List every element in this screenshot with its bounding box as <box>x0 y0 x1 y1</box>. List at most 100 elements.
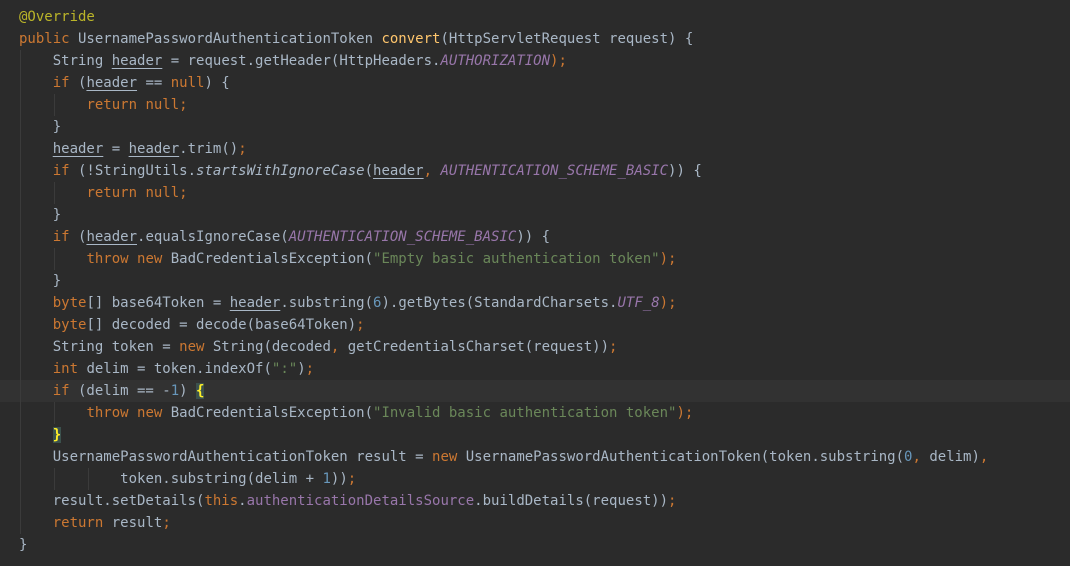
code-token-kw: ; <box>162 515 171 531</box>
code-token-kw: ; <box>356 317 365 333</box>
indent-guide <box>20 358 21 380</box>
code-token-kw: null <box>170 75 205 91</box>
code-token-plain: getCredentialsCharset(request)) <box>347 339 610 355</box>
code-token-const: AUTHENTICATION_SCHEME_BASIC <box>288 229 517 245</box>
code-token-plain: String(decoded <box>204 339 331 355</box>
code-token-kw: if <box>52 229 70 245</box>
code-token-const: AUTHENTICATION_SCHEME_BASIC <box>440 163 669 179</box>
code-token-plain: UsernamePasswordAuthenticationToken <box>69 31 382 47</box>
code-token-num: 1 <box>322 471 331 487</box>
code-token-str: "Empty basic authentication token" <box>373 251 660 267</box>
code-token-plain: } <box>52 207 62 223</box>
code-line[interactable]: } <box>0 270 1070 292</box>
code-token-plain: token.substring(delim + <box>120 471 323 487</box>
code-token-plain: = <box>103 141 129 157</box>
code-token-plain: ( <box>364 163 374 179</box>
code-token-kw: if <box>52 163 70 179</box>
indent-guide <box>53 402 55 424</box>
code-token-str: ":" <box>271 361 298 377</box>
code-token-plain: ).getBytes(StandardCharsets. <box>381 295 618 311</box>
code-token-plain: = request.getHeader(HttpHeaders. <box>162 53 441 69</box>
code-line[interactable]: throw new BadCredentialsException("Inval… <box>0 402 1070 424</box>
code-token-brace: { <box>196 383 205 399</box>
code-line[interactable]: return result; <box>0 512 1070 534</box>
code-line[interactable]: if (!StringUtils.startsWithIgnoreCase(he… <box>0 160 1070 182</box>
indent-guide <box>20 138 21 160</box>
code-line[interactable]: header = header.trim(); <box>0 138 1070 160</box>
code-line[interactable]: result.setDetails(this.authenticationDet… <box>0 490 1070 512</box>
indent-guide <box>20 446 21 468</box>
code-token-const: UTF_8 <box>617 295 660 311</box>
code-line[interactable]: String header = request.getHeader(HttpHe… <box>0 50 1070 72</box>
code-line[interactable]: } <box>0 116 1070 138</box>
code-token-kw: ); <box>659 251 677 267</box>
code-line[interactable]: if (header == null) { <box>0 72 1070 94</box>
code-line[interactable]: byte[] decoded = decode(base64Token); <box>0 314 1070 336</box>
code-token-var: header <box>111 53 163 69</box>
code-token-kw: return <box>52 515 104 531</box>
code-token-plain: ) { <box>204 75 230 91</box>
code-line[interactable]: int delim = token.indexOf(":"); <box>0 358 1070 380</box>
code-token-kw: ; <box>609 339 618 355</box>
code-token-kw: throw new <box>86 251 163 267</box>
code-line[interactable]: @Override <box>0 6 1070 28</box>
indent-guide <box>87 468 89 490</box>
code-line[interactable]: return null; <box>0 94 1070 116</box>
code-token-plain: ) <box>179 383 197 399</box>
code-token-str: "Invalid basic authentication token" <box>373 405 677 421</box>
code-token-kw: if <box>52 383 70 399</box>
code-token-plain: [] decoded = decode(base64Token) <box>86 317 357 333</box>
code-token-kw: new <box>432 449 458 465</box>
code-token-plain: String <box>52 53 112 69</box>
code-line[interactable]: public UsernamePasswordAuthenticationTok… <box>0 28 1070 50</box>
code-line[interactable]: throw new BadCredentialsException("Empty… <box>0 248 1070 270</box>
code-token-kw: ; <box>238 141 247 157</box>
indent-guide <box>53 94 55 116</box>
code-token-kw: ; <box>347 471 357 487</box>
code-area[interactable]: @Override public UsernamePasswordAuthenti… <box>0 6 1070 556</box>
code-line[interactable]: byte[] base64Token = header.substring(6)… <box>0 292 1070 314</box>
indent-guide <box>20 50 21 72</box>
code-token-plain: (HttpServletRequest request) { <box>440 31 694 47</box>
code-line[interactable]: } <box>0 204 1070 226</box>
indent-guide <box>20 490 21 512</box>
code-token-plain: result <box>103 515 163 531</box>
indent-guide <box>20 94 21 116</box>
code-token-fn: convert <box>381 31 441 47</box>
code-token-kw: ; <box>668 493 677 509</box>
code-line[interactable]: return null; <box>0 182 1070 204</box>
code-token-plain: )) { <box>668 163 702 179</box>
code-token-kw: byte <box>52 317 87 333</box>
code-line[interactable]: } <box>0 424 1070 446</box>
code-token-plain: ( <box>69 229 87 245</box>
code-line[interactable]: if (header.equalsIgnoreCase(AUTHENTICATI… <box>0 226 1070 248</box>
indent-guide <box>20 226 21 248</box>
code-token-plain: [] base64Token = <box>86 295 230 311</box>
indent-guide <box>20 248 21 270</box>
code-token-plain: } <box>19 537 28 553</box>
code-token-kw: return null; <box>86 185 188 201</box>
code-token-var: header <box>52 141 104 157</box>
code-token-plain: ( <box>69 75 87 91</box>
code-line[interactable]: } <box>0 534 1070 556</box>
code-token-var: header <box>373 163 424 179</box>
code-line[interactable]: if (delim == -1) { <box>0 380 1070 402</box>
indent-guide <box>20 270 21 292</box>
code-token-kw: , <box>330 339 348 355</box>
code-line[interactable]: UsernamePasswordAuthenticationToken resu… <box>0 446 1070 468</box>
indent-guide <box>53 248 55 270</box>
code-token-var: header <box>128 141 180 157</box>
code-token-plain: result.setDetails( <box>52 493 205 509</box>
code-token-plain: delim = token.indexOf( <box>78 361 272 377</box>
code-token-plain: (delim == - <box>69 383 171 399</box>
indent-guide <box>20 292 21 314</box>
code-token-plain: BadCredentialsException( <box>162 405 374 421</box>
indent-guide <box>20 468 21 490</box>
code-token-kw: throw new <box>86 405 163 421</box>
code-line[interactable]: token.substring(delim + 1)); <box>0 468 1070 490</box>
code-editor[interactable]: @Override public UsernamePasswordAuthenti… <box>0 0 1070 566</box>
code-line[interactable]: String token = new String(decoded, getCr… <box>0 336 1070 358</box>
code-token-plain: String token = <box>52 339 180 355</box>
code-token-plain: .equalsIgnoreCase( <box>137 229 289 245</box>
code-token-kw: byte <box>52 295 87 311</box>
